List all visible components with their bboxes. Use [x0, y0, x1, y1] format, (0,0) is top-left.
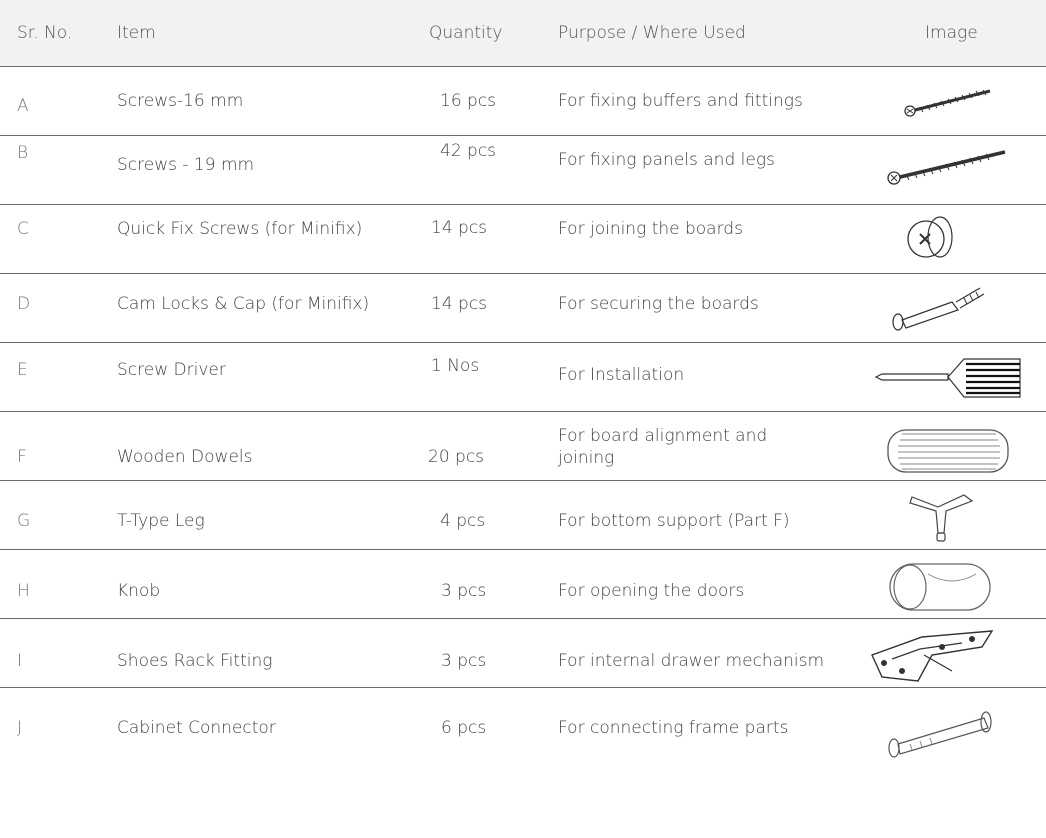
dowel-icon: [880, 422, 1020, 478]
table-row: B Screws - 19 mm 42 pcs For fixing panel…: [0, 136, 1046, 205]
knob-icon: [880, 558, 1020, 616]
row-item: T-Type Leg: [117, 511, 205, 531]
cam-bolt-icon: [880, 278, 1020, 334]
row-purpose: For fixing panels and legs: [558, 150, 775, 170]
row-sr: G: [17, 511, 31, 531]
table-row: G T-Type Leg 4 pcs For bottom support (P…: [0, 481, 1046, 550]
row-item: Cam Locks & Cap (for Minifix): [117, 294, 370, 314]
header-purpose: Purpose / Where Used: [558, 23, 746, 43]
header-quantity: Quantity: [429, 23, 503, 43]
row-purpose: For opening the doors: [558, 581, 745, 601]
table-row: E Screw Driver 1 Nos For Installation: [0, 343, 1046, 412]
row-item: Shoes Rack Fitting: [117, 651, 273, 671]
row-quantity: 1 Nos: [431, 356, 480, 376]
row-item: Cabinet Connector: [117, 718, 276, 738]
table-row: J Cabinet Connector 6 pcs For connecting…: [0, 688, 1046, 758]
row-purpose: For securing the boards: [558, 294, 759, 314]
row-sr: I: [17, 651, 23, 671]
row-item: Screws - 19 mm: [117, 155, 255, 175]
short-screw-icon: [880, 73, 1020, 129]
row-sr: A: [17, 96, 29, 116]
row-purpose: For joining the boards: [558, 219, 743, 239]
table-row: F Wooden Dowels 20 pcs For board alignme…: [0, 412, 1046, 481]
rack-fitting-icon: [862, 625, 1012, 687]
row-purpose: For board alignment and joining: [558, 426, 768, 468]
row-quantity: 42 pcs: [440, 141, 497, 161]
row-sr: C: [17, 219, 29, 239]
table-row: I Shoes Rack Fitting 3 pcs For internal …: [0, 619, 1046, 688]
screwdriver-icon: [868, 351, 1028, 407]
row-sr: E: [17, 360, 28, 380]
row-item: Screws-16 mm: [117, 91, 244, 111]
cam-fitting-icon: [880, 207, 1020, 263]
row-purpose: For internal drawer mechanism: [558, 651, 825, 671]
header-sr-no: Sr. No.: [17, 23, 73, 43]
row-sr: B: [17, 143, 29, 163]
row-item: Wooden Dowels: [117, 447, 253, 467]
table-row: H Knob 3 pcs For opening the doors: [0, 550, 1046, 619]
row-quantity: 6 pcs: [441, 718, 487, 738]
row-quantity: 14 pcs: [431, 218, 488, 238]
row-sr: F: [17, 447, 27, 467]
connector-icon: [880, 702, 1020, 762]
row-quantity: 3 pcs: [441, 651, 487, 671]
row-purpose: For fixing buffers and fittings: [558, 91, 803, 111]
row-item: Quick Fix Screws (for Minifix): [117, 219, 363, 239]
header-item: Item: [117, 23, 156, 43]
row-quantity: 14 pcs: [431, 294, 488, 314]
row-purpose: For Installation: [558, 365, 685, 385]
header-image: Image: [925, 23, 978, 43]
row-item: Screw Driver: [117, 360, 226, 380]
row-sr: D: [17, 294, 31, 314]
table-row: D Cam Locks & Cap (for Minifix) 14 pcs F…: [0, 274, 1046, 343]
row-purpose: For bottom support (Part F): [558, 511, 790, 531]
row-quantity: 20 pcs: [428, 447, 485, 467]
row-sr: J: [17, 718, 23, 738]
row-purpose: For connecting frame parts: [558, 718, 789, 738]
row-item: Knob: [117, 581, 161, 601]
row-quantity: 16 pcs: [440, 91, 497, 111]
table-header: Sr. No. Item Quantity Purpose / Where Us…: [0, 0, 1046, 67]
long-screw-icon: [880, 140, 1020, 196]
row-sr: H: [17, 581, 30, 601]
table-row: C Quick Fix Screws (for Minifix) 14 pcs …: [0, 205, 1046, 274]
t-leg-icon: [880, 487, 1020, 547]
row-quantity: 3 pcs: [441, 581, 487, 601]
table-row: A Screws-16 mm 16 pcs For fixing buffers…: [0, 67, 1046, 136]
row-quantity: 4 pcs: [440, 511, 486, 531]
